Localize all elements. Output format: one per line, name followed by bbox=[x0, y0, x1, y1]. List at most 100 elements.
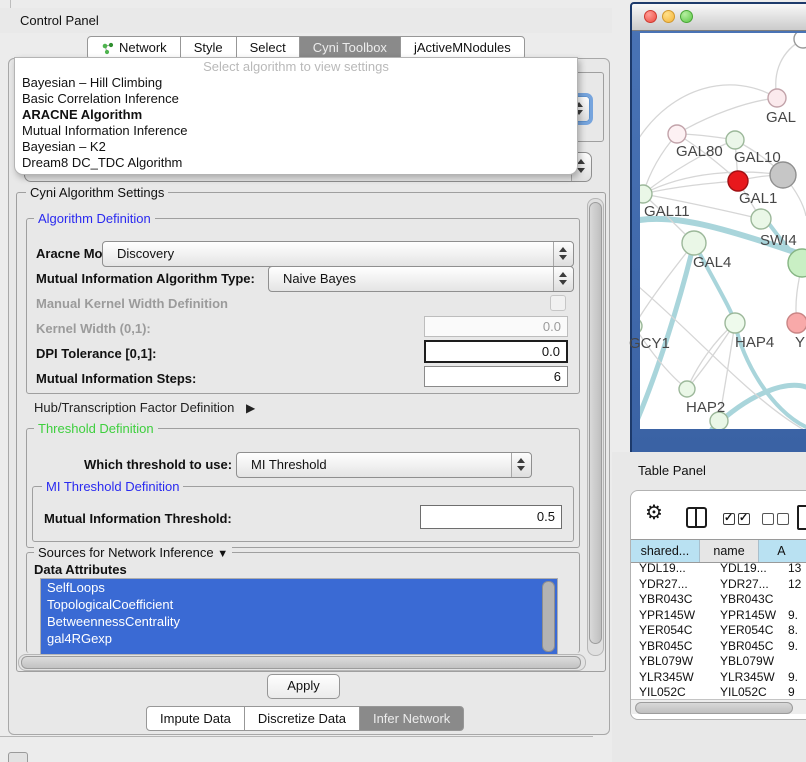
popup-item[interactable]: Mutual Information Inference bbox=[15, 123, 577, 139]
cell[interactable]: 9. bbox=[782, 608, 806, 624]
list-item[interactable]: gal4RGexp bbox=[41, 630, 557, 647]
settings-vscrollbar-thumb[interactable] bbox=[589, 202, 602, 644]
table-hscrollbar-track[interactable] bbox=[631, 699, 806, 714]
list-item[interactable]: BetweennessCentrality bbox=[41, 613, 557, 630]
cell[interactable]: YLR345W bbox=[631, 670, 712, 686]
table-row[interactable]: YLR345WYLR345W9. bbox=[631, 670, 806, 686]
cell[interactable]: 9. bbox=[782, 639, 806, 655]
hub-definition-toggle[interactable]: Hub/Transcription Factor Definition ▶ bbox=[34, 400, 255, 415]
tab-discretize-data[interactable]: Discretize Data bbox=[244, 706, 360, 731]
popup-item-selected[interactable]: ARACNE Algorithm bbox=[15, 107, 577, 123]
checked-checkbox-icon[interactable]: ✓ bbox=[738, 513, 750, 525]
unchecked-checkbox-icon[interactable] bbox=[762, 513, 774, 525]
node-gcy1[interactable] bbox=[640, 318, 642, 334]
cell[interactable]: YPR145W bbox=[712, 608, 782, 624]
node-pink-top[interactable] bbox=[768, 89, 786, 107]
cell[interactable]: YBR045C bbox=[712, 639, 782, 655]
cell[interactable]: YBR043C bbox=[712, 592, 782, 608]
cell[interactable] bbox=[782, 654, 806, 670]
cell[interactable]: YBL079W bbox=[712, 654, 782, 670]
apply-button[interactable]: Apply bbox=[267, 674, 340, 699]
unchecked-checkbox-icon[interactable] bbox=[777, 513, 789, 525]
mi-steps-field[interactable]: 6 bbox=[424, 366, 568, 387]
cell[interactable]: YPR145W bbox=[631, 608, 712, 624]
settings-vscrollbar-track[interactable] bbox=[587, 198, 604, 656]
mi-threshold-label: Mutual Information Threshold: bbox=[44, 511, 232, 526]
node-partial-top[interactable] bbox=[794, 33, 806, 48]
node-gal4[interactable] bbox=[682, 231, 706, 255]
popup-item-label: Bayesian – K2 bbox=[22, 139, 106, 154]
cell[interactable]: YBL079W bbox=[631, 654, 712, 670]
cell[interactable]: 13 bbox=[782, 561, 806, 577]
node-hap2[interactable] bbox=[679, 381, 695, 397]
cell[interactable]: YDR27... bbox=[631, 577, 712, 593]
popup-item-label: Mutual Information Inference bbox=[22, 123, 187, 138]
node-red-selected[interactable] bbox=[728, 171, 748, 191]
cell[interactable]: YDR27... bbox=[712, 577, 782, 593]
table-row[interactable]: YER054CYER054C8. bbox=[631, 623, 806, 639]
tab-impute-data[interactable]: Impute Data bbox=[146, 706, 245, 731]
gear-icon[interactable]: ⚙ bbox=[645, 500, 663, 525]
check-glyph: ✓ bbox=[739, 511, 748, 524]
list-scrollbar-thumb[interactable] bbox=[542, 581, 555, 652]
manual-kernel-checkbox bbox=[550, 295, 566, 311]
dpi-tolerance-field[interactable]: 0.0 bbox=[424, 340, 568, 363]
popup-item[interactable]: Dream8 DC_TDC Algorithm bbox=[15, 155, 577, 171]
tab-infer-network[interactable]: Infer Network bbox=[359, 706, 464, 731]
table-row[interactable]: YDL19...YDL19...13 bbox=[631, 561, 806, 577]
table-row[interactable]: YBR043CYBR043C bbox=[631, 592, 806, 608]
node-label: Y bbox=[795, 334, 805, 351]
settings-hscrollbar-thumb[interactable] bbox=[21, 656, 581, 669]
control-panel-titlebar: Control Panel × bbox=[0, 8, 612, 33]
table-row[interactable]: YBL079WYBL079W bbox=[631, 654, 806, 670]
settings-hscrollbar-track[interactable] bbox=[18, 654, 586, 671]
cell[interactable]: YLR345W bbox=[712, 670, 782, 686]
node-hap4[interactable] bbox=[725, 313, 745, 333]
network-window-titlebar[interactable] bbox=[632, 4, 806, 31]
cell[interactable] bbox=[782, 592, 806, 608]
cell[interactable]: 8. bbox=[782, 623, 806, 639]
minimize-traffic-light-icon[interactable] bbox=[662, 10, 675, 23]
cell[interactable]: YBR043C bbox=[631, 592, 712, 608]
zoom-traffic-light-icon[interactable] bbox=[680, 10, 693, 23]
node-gal1[interactable] bbox=[751, 209, 771, 229]
bottom-partial-button[interactable] bbox=[8, 752, 28, 762]
node-gal80[interactable] bbox=[668, 125, 686, 143]
which-threshold-combo[interactable]: MI Threshold bbox=[236, 452, 532, 478]
node-pink-right[interactable] bbox=[787, 313, 806, 333]
cell[interactable]: YDL19... bbox=[631, 561, 712, 577]
document-icon[interactable] bbox=[797, 505, 806, 530]
popup-item[interactable]: Bayesian – Hill Climbing bbox=[15, 75, 577, 91]
table-row[interactable]: YBR045CYBR045C9. bbox=[631, 639, 806, 655]
algorithm-popup: Select algorithm to view settings Bayesi… bbox=[14, 57, 578, 175]
list-item[interactable]: SelfLoops bbox=[41, 579, 557, 596]
node-label: SWI4 bbox=[760, 232, 797, 249]
cell[interactable]: YBR045C bbox=[631, 639, 712, 655]
mi-threshold-field[interactable]: 0.5 bbox=[420, 505, 562, 529]
mi-type-combo[interactable]: Naive Bayes bbox=[268, 266, 574, 292]
cell[interactable]: 9. bbox=[782, 670, 806, 686]
table-row[interactable]: YPR145WYPR145W9. bbox=[631, 608, 806, 624]
table-row[interactable]: YDR27...YDR27...12 bbox=[631, 577, 806, 593]
cell[interactable]: 12 bbox=[782, 577, 806, 593]
cell[interactable]: YDL19... bbox=[712, 561, 782, 577]
checked-checkbox-icon[interactable]: ✓ bbox=[723, 513, 735, 525]
aracne-mode-combo[interactable]: Discovery bbox=[102, 241, 574, 267]
close-traffic-light-icon[interactable] bbox=[644, 10, 657, 23]
list-item[interactable]: TopologicalCoefficient bbox=[41, 596, 557, 613]
network-canvas[interactable]: GAL GAL80 GAL10 GAL1 GAL11 SWI4 GAL4 GCY… bbox=[640, 33, 806, 429]
table-hscrollbar-thumb[interactable] bbox=[635, 702, 793, 714]
node-label: GAL4 bbox=[693, 254, 731, 271]
cell[interactable]: YER054C bbox=[631, 623, 712, 639]
cell[interactable]: YER054C bbox=[712, 623, 782, 639]
node-gal10[interactable] bbox=[726, 131, 744, 149]
split-columns-icon[interactable] bbox=[686, 507, 707, 528]
node-label: HAP2 bbox=[686, 399, 725, 416]
column-header-clipped[interactable]: A bbox=[759, 540, 806, 562]
node-gal11[interactable] bbox=[640, 185, 652, 203]
column-header-name[interactable]: name bbox=[700, 540, 759, 562]
popup-item[interactable]: Bayesian – K2 bbox=[15, 139, 577, 155]
column-header-shared-name[interactable]: shared... bbox=[631, 540, 700, 562]
sources-toggle[interactable]: Sources for Network Inference ▼ bbox=[34, 545, 232, 560]
popup-item[interactable]: Basic Correlation Inference bbox=[15, 91, 577, 107]
